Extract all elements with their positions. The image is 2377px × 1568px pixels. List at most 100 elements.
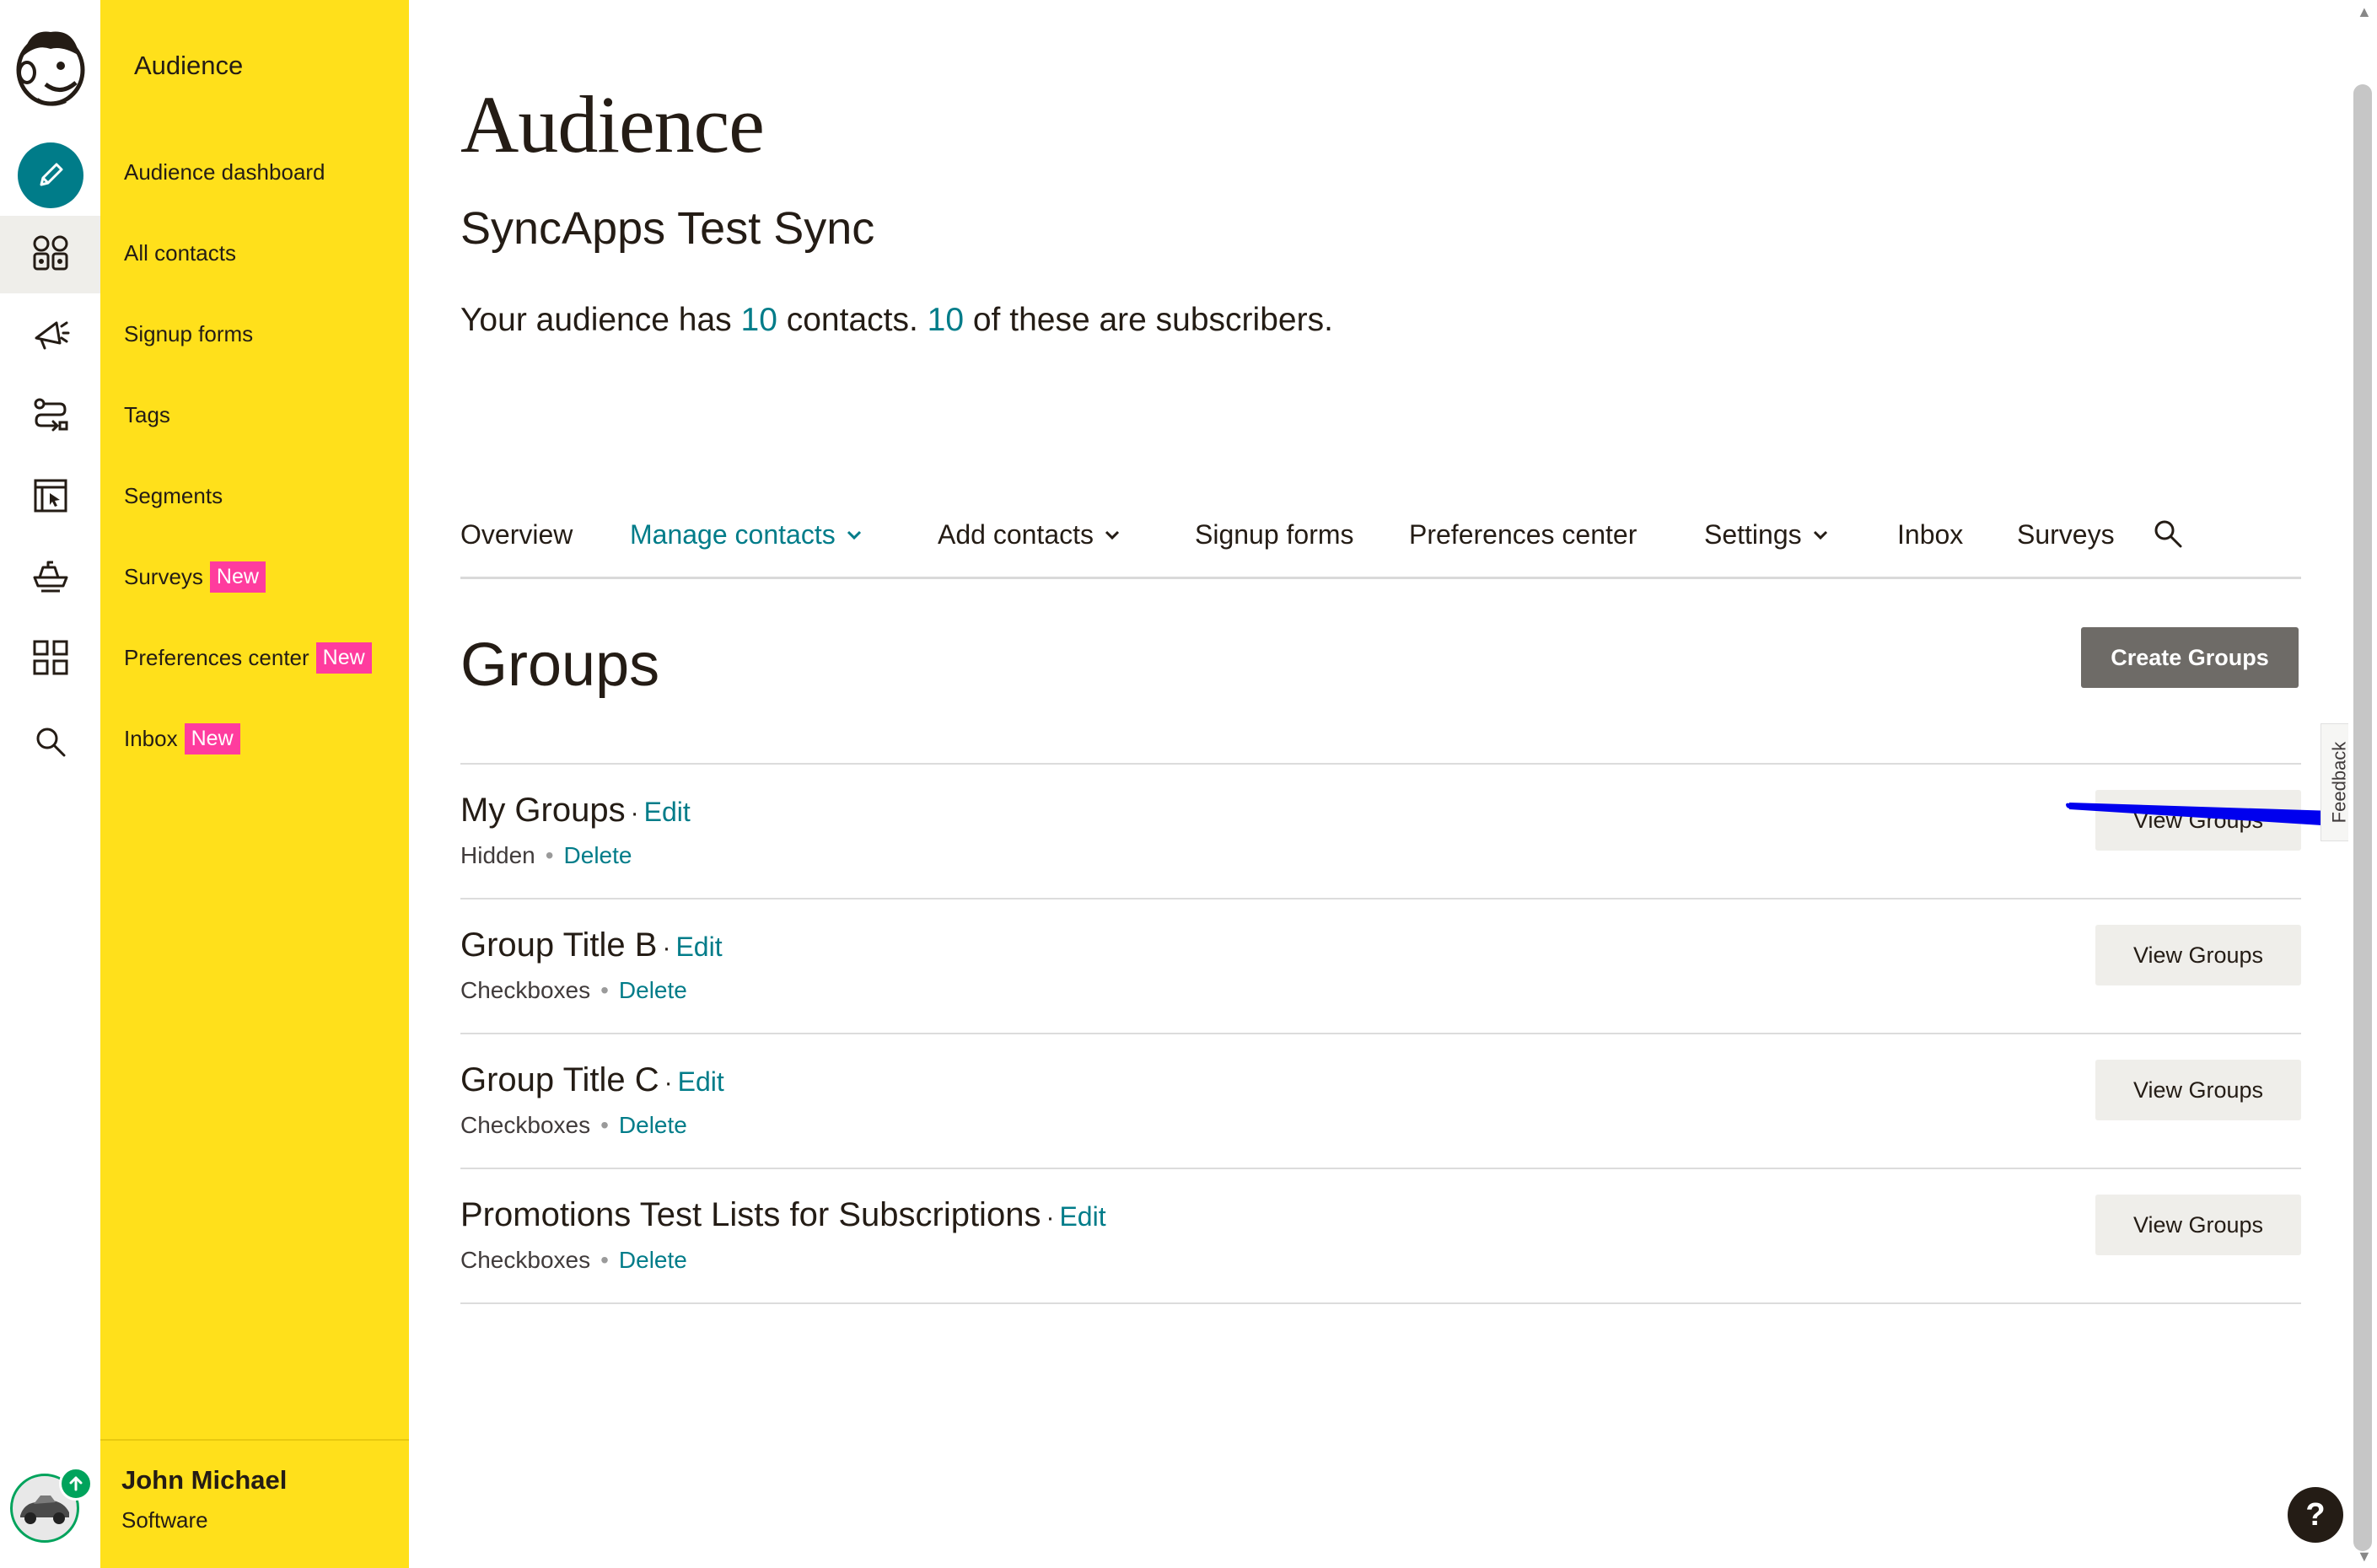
dot-separator: ·: [662, 934, 671, 962]
groups-list: My Groups · Edit Hidden • Delete View Groups…: [460, 763, 2301, 1304]
icon-rail: [0, 0, 100, 1568]
tab-label: Overview: [460, 519, 573, 550]
group-meta: Checkboxes • Delete: [460, 1247, 687, 1274]
rail-campaigns[interactable]: [0, 297, 100, 374]
sidebar-item-signup-forms[interactable]: Signup forms: [124, 310, 253, 357]
group-delete-link[interactable]: Delete: [619, 977, 687, 1003]
search-icon: [2152, 518, 2184, 556]
group-edit-link[interactable]: Edit: [678, 1066, 724, 1097]
group-title-line: Promotions Test Lists for Subscriptions ·…: [460, 1196, 1106, 1234]
page-scrollbar[interactable]: ▲ ▼: [2348, 0, 2377, 1568]
scroll-thumb[interactable]: [2353, 84, 2372, 1551]
group-row: Group Title B · Edit Checkboxes • Delete Vie…: [460, 898, 2301, 1033]
audience-tabs: Overview Manage contacts Add contacts Si…: [460, 506, 2301, 579]
tab-surveys[interactable]: Surveys: [2017, 519, 2115, 550]
groups-heading: Groups: [460, 631, 660, 699]
automations-icon: [31, 395, 70, 438]
new-badge: New: [209, 561, 266, 593]
tab-search[interactable]: [2152, 518, 2184, 556]
group-delete-link[interactable]: Delete: [564, 842, 632, 868]
tab-settings[interactable]: Settings: [1704, 519, 1829, 550]
create-groups-button[interactable]: Create Groups: [2081, 627, 2299, 688]
help-button[interactable]: ?: [2288, 1487, 2343, 1543]
dot-separator: ·: [630, 799, 639, 827]
sidebar-item-label: All contacts: [124, 239, 236, 266]
apps-icon: [31, 638, 70, 681]
sidebar-item-label: Audience dashboard: [124, 158, 325, 185]
group-row: Group Title C · Edit Checkboxes • Delete Vie…: [460, 1033, 2301, 1168]
view-groups-button[interactable]: View Groups: [2095, 1195, 2301, 1255]
sidebar-item-segments[interactable]: Segments: [124, 472, 223, 519]
sidebar-item-audience-dashboard[interactable]: Audience dashboard: [124, 148, 325, 196]
tab-label: Signup forms: [1195, 519, 1354, 550]
sidebar-item-label: Inbox: [124, 725, 178, 751]
create-icon: [17, 142, 83, 208]
tab-label: Surveys: [2017, 519, 2115, 550]
tab-label: Settings: [1704, 519, 1802, 550]
group-type: Checkboxes: [460, 1247, 591, 1273]
view-groups-button[interactable]: View Groups: [2095, 925, 2301, 985]
scroll-down-icon[interactable]: ▼: [2357, 1548, 2372, 1565]
sidebar-item-label: Tags: [124, 401, 170, 427]
tab-signup-forms[interactable]: Signup forms: [1195, 519, 1354, 550]
group-title: My Groups: [460, 792, 626, 829]
group-delete-link[interactable]: Delete: [619, 1112, 687, 1138]
sidebar-item-inbox[interactable]: Inbox New: [124, 715, 240, 762]
group-title-line: My Groups · Edit: [460, 792, 691, 830]
tab-manage-contacts[interactable]: Manage contacts: [630, 519, 863, 550]
group-edit-link[interactable]: Edit: [644, 797, 691, 827]
audience-icon: [31, 234, 70, 277]
search-icon: [34, 725, 67, 763]
account-menu[interactable]: [10, 1467, 93, 1553]
group-type: Checkboxes: [460, 977, 591, 1003]
audience-name: SyncApps Test Sync: [460, 203, 875, 254]
contacts-count-link[interactable]: 10: [741, 302, 777, 338]
view-groups-button[interactable]: View Groups: [2095, 1060, 2301, 1120]
sidebar-item-surveys[interactable]: Surveys New: [124, 553, 266, 600]
sidebar-item-label: Preferences center: [124, 644, 309, 670]
rail-audience[interactable]: [0, 216, 100, 293]
user-name[interactable]: John Michael: [121, 1465, 287, 1496]
group-delete-link[interactable]: Delete: [619, 1247, 687, 1273]
subscribers-count-link[interactable]: 10: [928, 302, 964, 338]
scroll-up-icon[interactable]: ▲: [2357, 3, 2372, 21]
tab-label: Add contacts: [938, 519, 1094, 550]
campaigns-icon: [31, 314, 70, 357]
dot-separator: •: [600, 1112, 609, 1138]
tab-preferences-center[interactable]: Preferences center: [1409, 519, 1637, 550]
page-title: Audience: [460, 79, 765, 169]
rail-automations[interactable]: [0, 378, 100, 455]
sidebar-item-all-contacts[interactable]: All contacts: [124, 229, 236, 277]
group-title: Group Title B: [460, 926, 658, 964]
audience-sidebar: Audience Audience dashboard All contacts…: [100, 0, 409, 1568]
sidebar-title: Audience: [134, 51, 244, 80]
group-title: Promotions Test Lists for Subscriptions: [460, 1196, 1041, 1233]
chevron-down-icon: [846, 529, 863, 541]
sidebar-item-preferences-center[interactable]: Preferences center New: [124, 634, 372, 681]
user-organization: Software: [121, 1507, 208, 1533]
rail-search[interactable]: [0, 705, 100, 782]
tab-add-contacts[interactable]: Add contacts: [938, 519, 1121, 550]
sidebar-divider: [100, 1439, 409, 1441]
sidebar-item-tags[interactable]: Tags: [124, 391, 170, 438]
rail-create[interactable]: [0, 137, 100, 214]
mailchimp-logo-icon[interactable]: [12, 24, 89, 110]
audience-summary: Your audience has 10 contacts. 10 of the…: [460, 302, 1333, 339]
summary-prefix: Your audience has: [460, 302, 741, 338]
tab-label: Manage contacts: [630, 519, 836, 550]
rail-integrations[interactable]: [0, 540, 100, 617]
tab-overview[interactable]: Overview: [460, 519, 573, 550]
group-type: Hidden: [460, 842, 535, 868]
tab-inbox[interactable]: Inbox: [1897, 519, 1963, 550]
group-meta: Checkboxes • Delete: [460, 1112, 687, 1139]
upgrade-arrow-icon: [59, 1467, 93, 1501]
rail-apps[interactable]: [0, 620, 100, 698]
rail-website[interactable]: [0, 459, 100, 536]
dot-separator: ·: [1046, 1204, 1055, 1232]
new-badge: New: [315, 642, 372, 674]
group-edit-link[interactable]: Edit: [675, 932, 722, 962]
sidebar-item-label: Segments: [124, 482, 223, 508]
new-badge: New: [184, 722, 240, 754]
group-edit-link[interactable]: Edit: [1059, 1201, 1105, 1232]
group-meta: Checkboxes • Delete: [460, 977, 687, 1004]
